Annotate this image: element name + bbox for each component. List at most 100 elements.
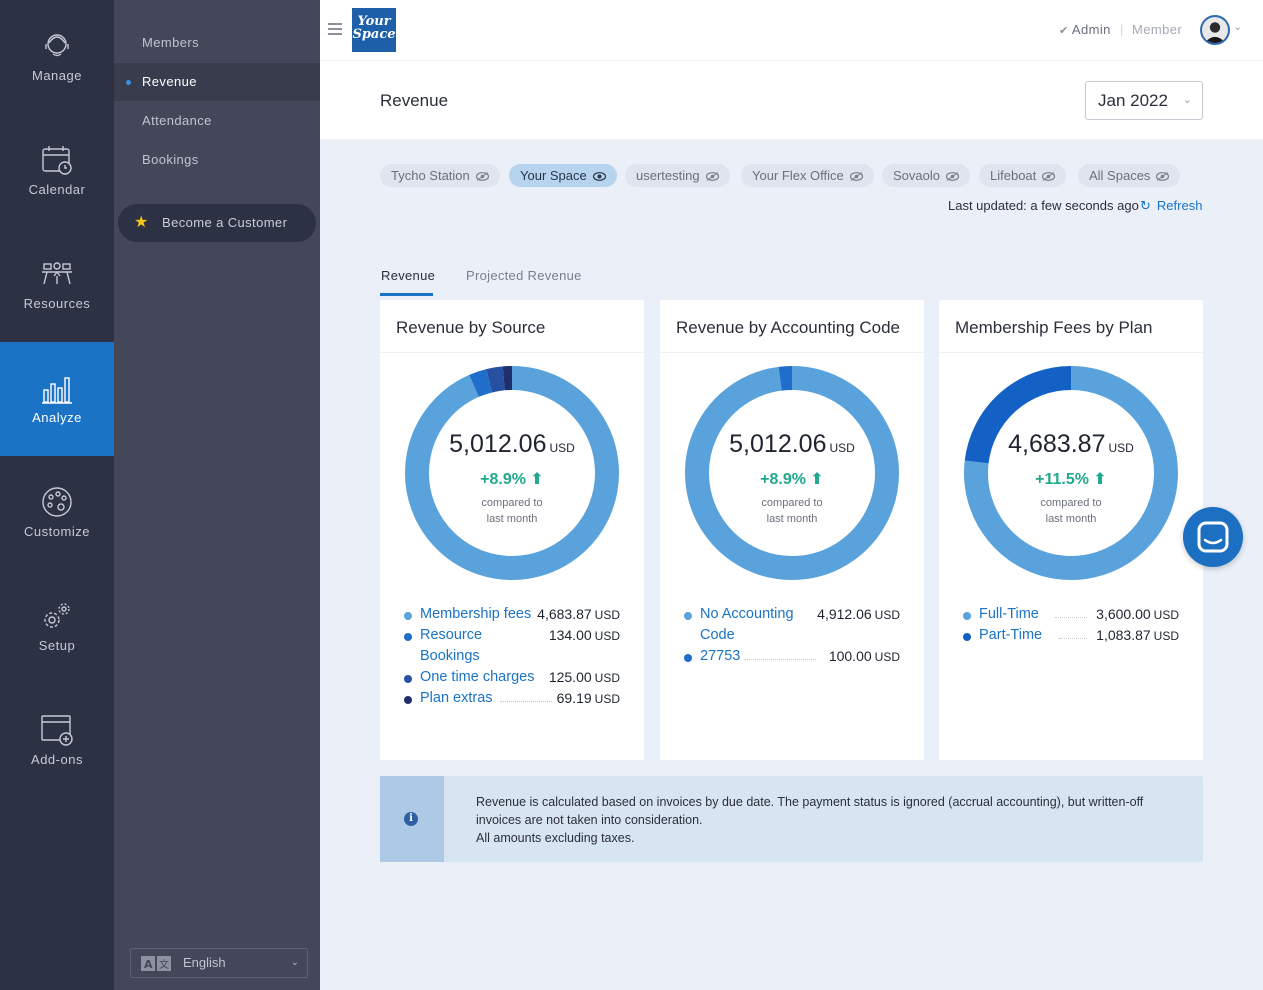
card-divider xyxy=(380,352,644,353)
total-amount: 5,012.06 USD xyxy=(404,430,620,459)
legend-dot xyxy=(404,633,412,641)
compare-text: compared to last month xyxy=(404,495,620,527)
legend-amount: 69.19 xyxy=(556,690,592,706)
subnav-item-revenue[interactable]: Revenue xyxy=(114,63,320,101)
avatar[interactable] xyxy=(1200,15,1230,45)
nav-resources[interactable]: Resources xyxy=(0,228,114,342)
info-line1: Revenue is calculated based on invoices … xyxy=(476,795,1144,827)
sub-nav: Members Revenue Attendance Bookings ★ Be… xyxy=(114,0,320,990)
location-chip[interactable]: Tycho Station xyxy=(380,164,500,187)
chat-launcher-button[interactable] xyxy=(1183,507,1243,567)
legend-row: Full-Time 3,600.00 USD xyxy=(963,604,1179,626)
language-select[interactable]: A 文 English ⌄ xyxy=(130,948,308,978)
nav-addons[interactable]: Add-ons xyxy=(0,684,114,798)
legend-amount: 1,083.87 xyxy=(1096,627,1151,643)
donut-slice-resource-bookings[interactable] xyxy=(469,369,493,398)
legend-row: Part-Time 1,083.87 USD xyxy=(963,625,1179,647)
card-title: Revenue by Source xyxy=(396,318,546,337)
location-chip-label: usertesting xyxy=(636,168,700,183)
become-customer-button[interactable]: ★ Become a Customer xyxy=(118,204,316,242)
legend-currency: USD xyxy=(874,650,900,664)
legend-link[interactable]: One time charges xyxy=(420,667,560,688)
main-nav-rail: Manage Calendar Resources Analyze Custom… xyxy=(0,0,114,990)
location-chip-label: Your Space xyxy=(520,168,587,183)
svg-text:A: A xyxy=(144,958,153,971)
donut-center: 5,012.06 USD +8.9% ⬆ compared to last mont… xyxy=(404,430,620,527)
donut-center: 4,683.87 USD +11.5% ⬆ compared to last mon… xyxy=(963,430,1179,527)
legend-dot xyxy=(404,612,412,620)
legend-row: Membership fees 4,683.87 USD xyxy=(404,604,620,626)
subnav-item-members[interactable]: Members xyxy=(114,24,320,62)
subnav-item-attendance[interactable]: Attendance xyxy=(114,102,320,140)
legend-link[interactable]: Full-Time xyxy=(979,604,1049,625)
legend-link[interactable]: Plan extras xyxy=(420,688,500,709)
palette-icon xyxy=(42,487,72,517)
delta-percent: +11.5% ⬆ xyxy=(1035,471,1107,488)
legend-link[interactable]: 27753 xyxy=(700,646,750,667)
legend: Full-Time 3,600.00 USD Part-Time 1,083.87… xyxy=(963,604,1179,647)
legend: Membership fees 4,683.87 USD Resource Boo… xyxy=(404,604,620,710)
legend-link[interactable]: No Accounting Code xyxy=(700,604,812,646)
compare-text: compared to last month xyxy=(963,495,1179,527)
donut-slice-one-time-charges[interactable] xyxy=(486,366,506,393)
leader-dots xyxy=(1055,617,1087,618)
compare-line2: last month xyxy=(486,513,538,525)
refresh-button[interactable]: ↻ Refresh xyxy=(1140,198,1202,214)
subnav-item-bookings[interactable]: Bookings xyxy=(114,141,320,179)
location-chip[interactable]: Sovaolo xyxy=(882,164,970,187)
tab-projected-revenue[interactable]: Projected Revenue xyxy=(466,268,582,283)
nav-customize[interactable]: Customize xyxy=(0,456,114,570)
gear-icon xyxy=(44,603,70,628)
hamburger-menu-icon[interactable] xyxy=(328,23,342,35)
legend-currency: USD xyxy=(594,692,620,706)
legend-row: Plan extras 69.19 USD xyxy=(404,688,620,710)
month-select[interactable]: Jan 2022 ⌄ xyxy=(1085,81,1203,120)
eye-off-icon[interactable] xyxy=(705,172,719,181)
location-chip[interactable]: usertesting xyxy=(625,164,730,187)
legend-row: One time charges 125.00 USD xyxy=(404,667,620,689)
eye-icon[interactable] xyxy=(592,172,606,181)
eye-off-icon[interactable] xyxy=(475,172,489,181)
tab-revenue[interactable]: Revenue xyxy=(380,268,435,296)
card-revenue-by-source: Revenue by Source 5,012.06 USD +8.9% ⬆ co… xyxy=(380,300,644,760)
svg-text:文: 文 xyxy=(159,958,169,971)
nav-addons-label: Add-ons xyxy=(31,752,83,767)
role-member-toggle[interactable]: Member xyxy=(1132,22,1182,37)
compare-line2: last month xyxy=(766,513,818,525)
location-chip[interactable]: Lifeboat xyxy=(979,164,1067,187)
legend-dot xyxy=(684,612,692,620)
eye-off-icon[interactable] xyxy=(1042,172,1056,181)
nav-manage[interactable]: Manage xyxy=(0,0,114,114)
legend-link[interactable]: Resource Bookings xyxy=(420,625,538,667)
info-line2: All amounts excluding taxes. xyxy=(476,831,635,845)
analyze-icon xyxy=(42,377,72,404)
legend-value: 3,600.00 USD xyxy=(1092,604,1179,626)
nav-setup[interactable]: Setup xyxy=(0,570,114,684)
page-title: Revenue xyxy=(380,91,449,110)
chevron-down-icon[interactable]: ⌄ xyxy=(1233,20,1242,33)
eye-off-icon[interactable] xyxy=(849,172,863,181)
legend-value: 4,683.87 USD xyxy=(533,604,620,626)
legend-currency: USD xyxy=(1153,608,1179,622)
info-sidebar: i xyxy=(380,776,444,862)
location-chip-selected[interactable]: Your Space xyxy=(509,164,617,187)
brand-logo[interactable]: Your Space xyxy=(352,8,396,52)
eye-off-icon[interactable] xyxy=(1156,172,1170,181)
legend-value: 125.00 USD xyxy=(544,667,620,689)
eye-off-icon[interactable] xyxy=(945,172,959,181)
compare-line1: compared to xyxy=(761,497,823,509)
location-chip[interactable]: Your Flex Office xyxy=(741,164,874,187)
role-separator: | xyxy=(1120,22,1124,37)
location-chip[interactable]: All Spaces xyxy=(1078,164,1181,187)
chevron-down-icon: ⌄ xyxy=(1182,94,1192,106)
role-admin-toggle[interactable]: ✔ Admin xyxy=(1059,22,1111,37)
legend-link[interactable]: Part-Time xyxy=(979,625,1055,646)
location-chip-label: All Spaces xyxy=(1089,168,1151,183)
total-currency: USD xyxy=(549,441,575,455)
donut-slice-27753[interactable] xyxy=(778,366,793,391)
legend-value: 4,912.06 USD xyxy=(813,604,900,626)
nav-calendar[interactable]: Calendar xyxy=(0,114,114,228)
nav-analyze[interactable]: Analyze xyxy=(0,342,114,456)
legend-link[interactable]: Membership fees xyxy=(420,604,538,625)
translate-icon: A 文 xyxy=(141,956,171,971)
